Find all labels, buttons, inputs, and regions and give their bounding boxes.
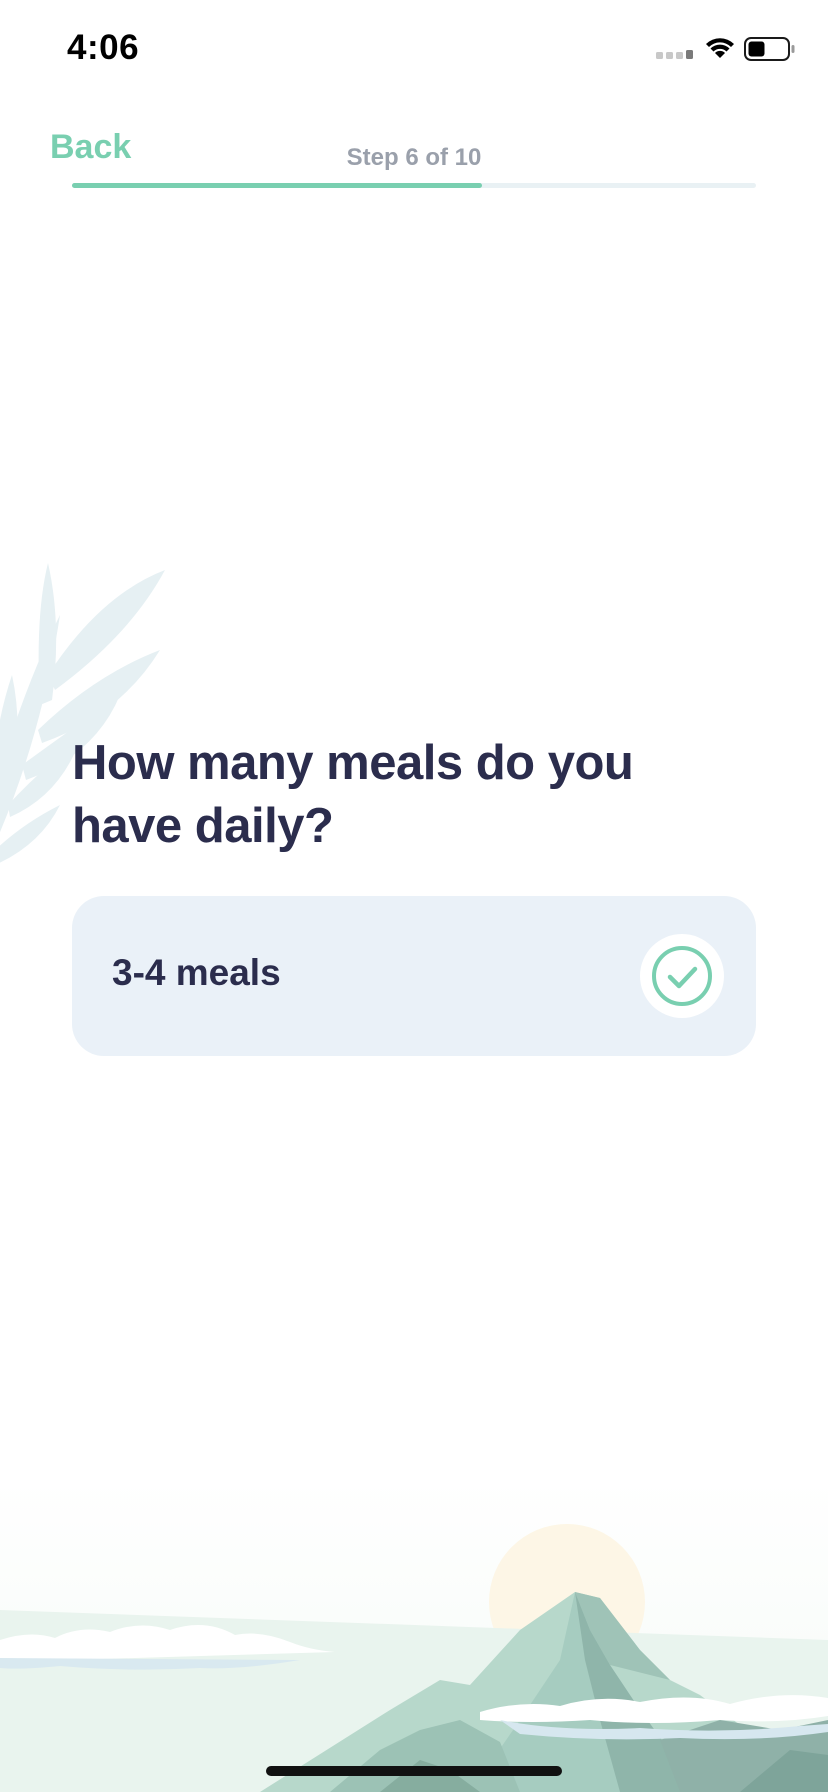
onboarding-screen: 4:06 Back Step 6 of 10 How many meals do…: [0, 0, 828, 1792]
status-icons: [656, 37, 795, 61]
progress-bar: [72, 183, 756, 188]
step-indicator: Step 6 of 10: [346, 144, 482, 171]
option-label: 3-4 meals: [112, 952, 281, 993]
home-indicator: [266, 1766, 562, 1776]
option-card-3-4-meals[interactable]: 3-4 meals: [72, 896, 756, 1056]
battery-icon: [744, 37, 795, 61]
cellular-signal-icon: [656, 50, 693, 59]
selected-check-badge: [640, 934, 724, 1018]
progress-bar-fill: [72, 183, 483, 188]
status-bar: 4:06: [0, 0, 828, 100]
status-time: 4:06: [67, 28, 140, 67]
checkmark-circle-icon: [652, 946, 712, 1006]
mountain-landscape-illustration: [0, 1480, 828, 1792]
wifi-icon: [706, 38, 734, 58]
question-title: How many meals do you have daily?: [72, 736, 634, 853]
